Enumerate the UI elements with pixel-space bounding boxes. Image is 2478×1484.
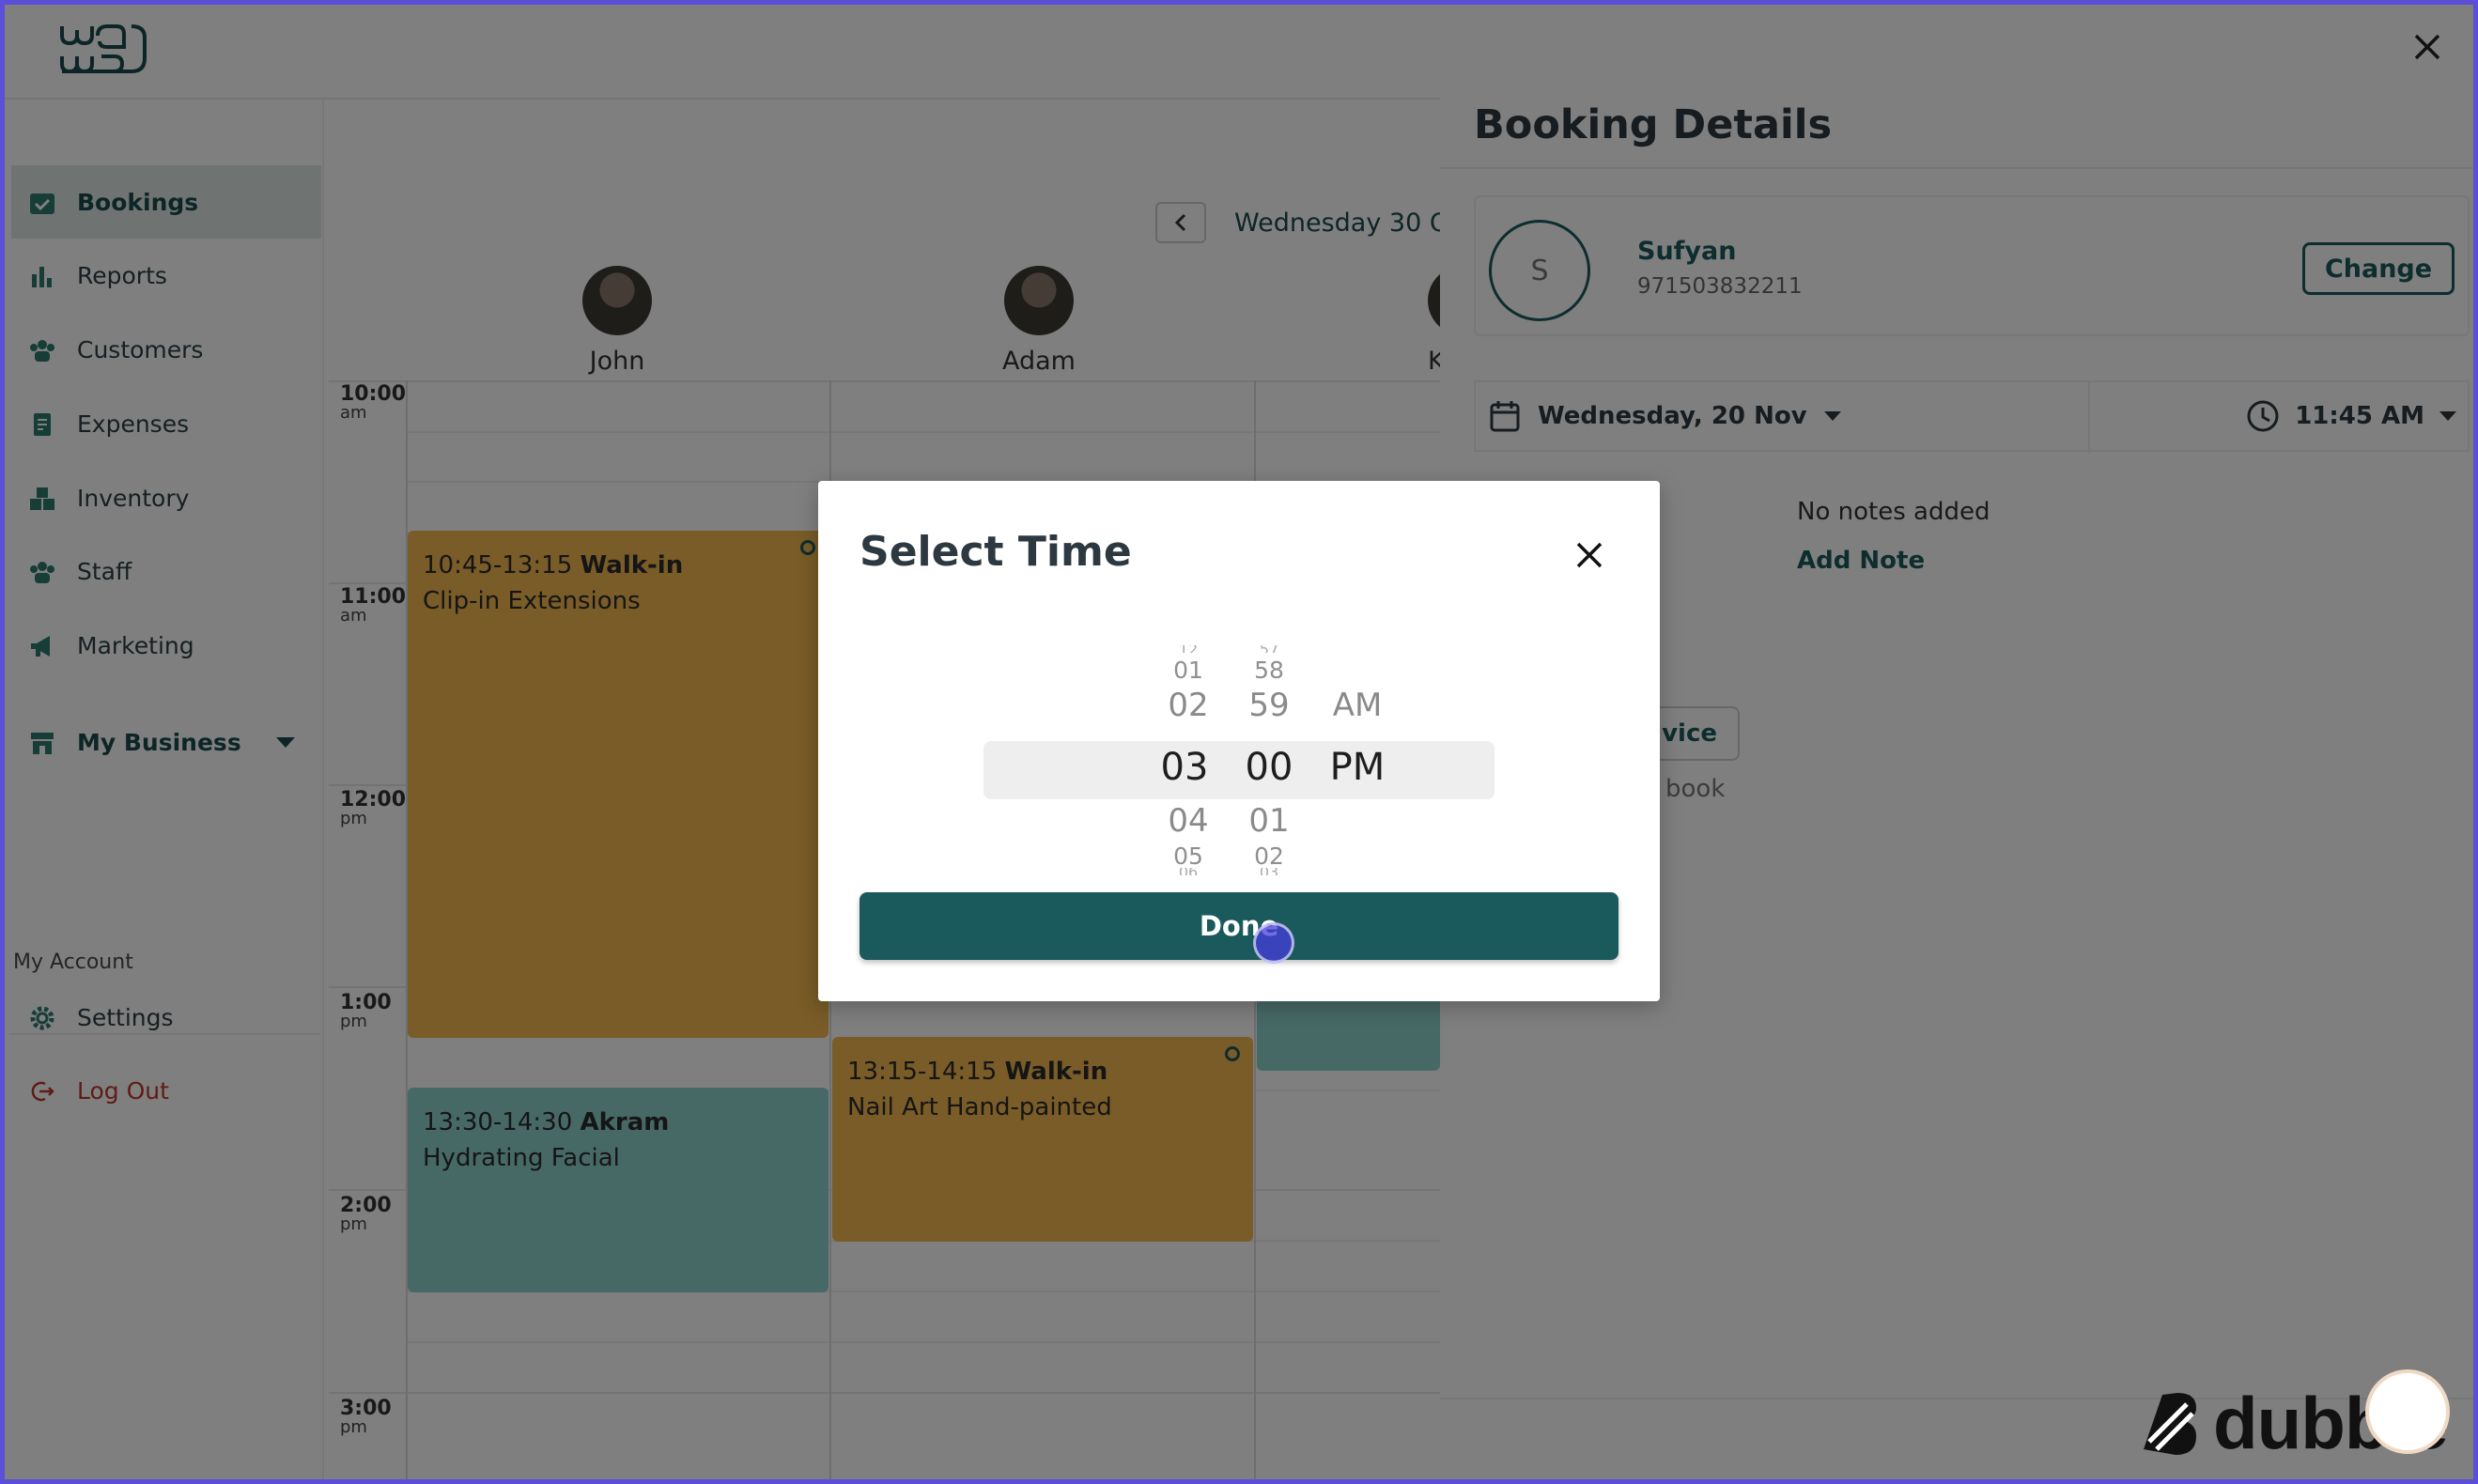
time-wheel-picker: 12 01 02 03 04 05 06 57 58 59 00 01 02 0… xyxy=(818,636,1660,882)
hour-option[interactable]: 01 xyxy=(1151,657,1226,684)
hour-option[interactable]: 06 xyxy=(1151,868,1226,875)
hour-option[interactable]: 04 xyxy=(1151,802,1226,840)
period-option[interactable]: AM xyxy=(1320,687,1395,724)
minute-option[interactable]: 59 xyxy=(1231,687,1307,724)
minute-option[interactable]: 01 xyxy=(1231,802,1307,840)
mouse-cursor xyxy=(1253,922,1294,964)
select-time-dialog: Select Time 12 01 02 03 04 05 06 57 58 5… xyxy=(818,481,1660,1001)
hour-option[interactable]: 02 xyxy=(1151,687,1226,724)
hour-selected[interactable]: 03 xyxy=(1147,746,1222,789)
dialog-title: Select Time xyxy=(860,528,1132,576)
minute-selected[interactable]: 00 xyxy=(1231,746,1307,789)
dubble-logo-icon xyxy=(2144,1392,2196,1455)
minute-option[interactable]: 03 xyxy=(1231,868,1307,875)
avatar[interactable] xyxy=(2365,1369,2450,1454)
hour-option[interactable]: 05 xyxy=(1151,842,1226,870)
minute-option[interactable]: 02 xyxy=(1231,842,1307,870)
done-button[interactable]: Done xyxy=(860,892,1618,960)
hour-option[interactable]: 12 xyxy=(1151,645,1226,653)
period-selected[interactable]: PM xyxy=(1320,746,1395,789)
close-icon[interactable] xyxy=(1573,539,1605,571)
minute-option[interactable]: 58 xyxy=(1231,657,1307,684)
minute-option[interactable]: 57 xyxy=(1231,645,1307,653)
